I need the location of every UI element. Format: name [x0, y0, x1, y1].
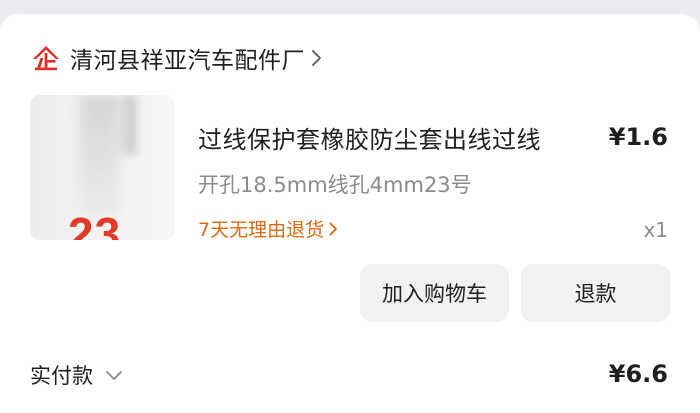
chevron-down-icon [105, 370, 123, 381]
order-card: 清河县祥亚汽车配件厂 23 过线保护套橡胶防尘套出线过线 ¥1.6 开孔18.5… [0, 14, 700, 413]
product-price: ¥1.6 [608, 123, 668, 151]
enterprise-badge-icon [30, 42, 62, 74]
return-policy-link[interactable]: 7天无理由退货 [198, 215, 338, 242]
chevron-right-icon [311, 49, 327, 67]
product-title[interactable]: 过线保护套橡胶防尘套出线过线 [198, 120, 541, 155]
shop-header[interactable]: 清河县祥亚汽车配件厂 [30, 40, 327, 76]
product-thumbnail[interactable]: 23 [30, 95, 175, 240]
paid-label: 实付款 [30, 364, 93, 388]
thumbnail-label: 23 [68, 208, 122, 240]
add-to-cart-button[interactable]: 加入购物车 [360, 264, 509, 322]
chevron-right-icon [329, 222, 338, 236]
refund-button[interactable]: 退款 [521, 264, 670, 322]
paid-total: ¥6.6 [608, 360, 668, 388]
product-quantity: x1 [643, 218, 668, 242]
shop-name[interactable]: 清河县祥亚汽车配件厂 [70, 41, 305, 75]
paid-amount-toggle[interactable]: 实付款 [30, 360, 123, 390]
return-policy-label: 7天无理由退货 [198, 219, 325, 241]
product-spec: 开孔18.5mm线孔4mm23号 [198, 173, 472, 197]
